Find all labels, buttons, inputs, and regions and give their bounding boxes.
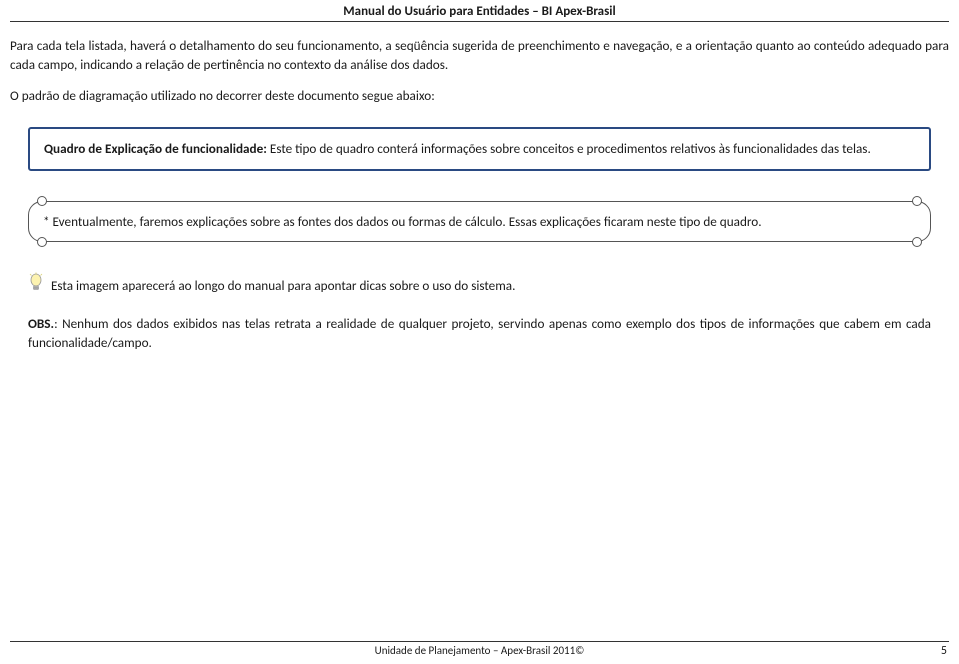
obs-text: : Nenhum dos dados exibidos nas telas re… — [28, 315, 931, 352]
scroll-knob-icon — [912, 237, 922, 247]
scroll-knob-icon — [37, 237, 47, 247]
footer-center-text: Unidade de Planejamento – Apex-Brasil 20… — [10, 644, 949, 657]
page-footer: Unidade de Planejamento – Apex-Brasil 20… — [10, 641, 949, 658]
intro-paragraph-1: Para cada tela listada, haverá o detalha… — [10, 36, 949, 74]
scroll-knob-icon — [912, 196, 922, 206]
obs-label: OBS. — [28, 315, 54, 332]
scroll-note-box: * Eventualmente, faremos explicações sob… — [28, 201, 931, 242]
scroll-knob-icon — [37, 196, 47, 206]
scroll-note-text: * Eventualmente, faremos explicações sob… — [43, 213, 762, 230]
tip-block: Esta imagem aparecerá ao longo do manual… — [28, 272, 931, 296]
obs-block: OBS.: Nenhum dos dados exibidos nas tela… — [28, 314, 931, 354]
document-page: Manual do Usuário para Entidades – BI Ap… — [0, 0, 959, 664]
intro-paragraph-2: O padrão de diagramação utilizado no dec… — [10, 86, 949, 105]
explanation-box: Quadro de Explicação de funcionalidade: … — [28, 127, 931, 170]
explanation-box-label: Quadro de Explicação de funcionalidade: — [44, 140, 267, 157]
lightbulb-icon — [28, 272, 44, 294]
footer-rule — [10, 641, 949, 642]
page-header-title: Manual do Usuário para Entidades – BI Ap… — [10, 0, 949, 22]
explanation-box-text: Este tipo de quadro conterá informações … — [267, 140, 871, 157]
tip-text: Esta imagem aparecerá ao longo do manual… — [51, 277, 515, 294]
